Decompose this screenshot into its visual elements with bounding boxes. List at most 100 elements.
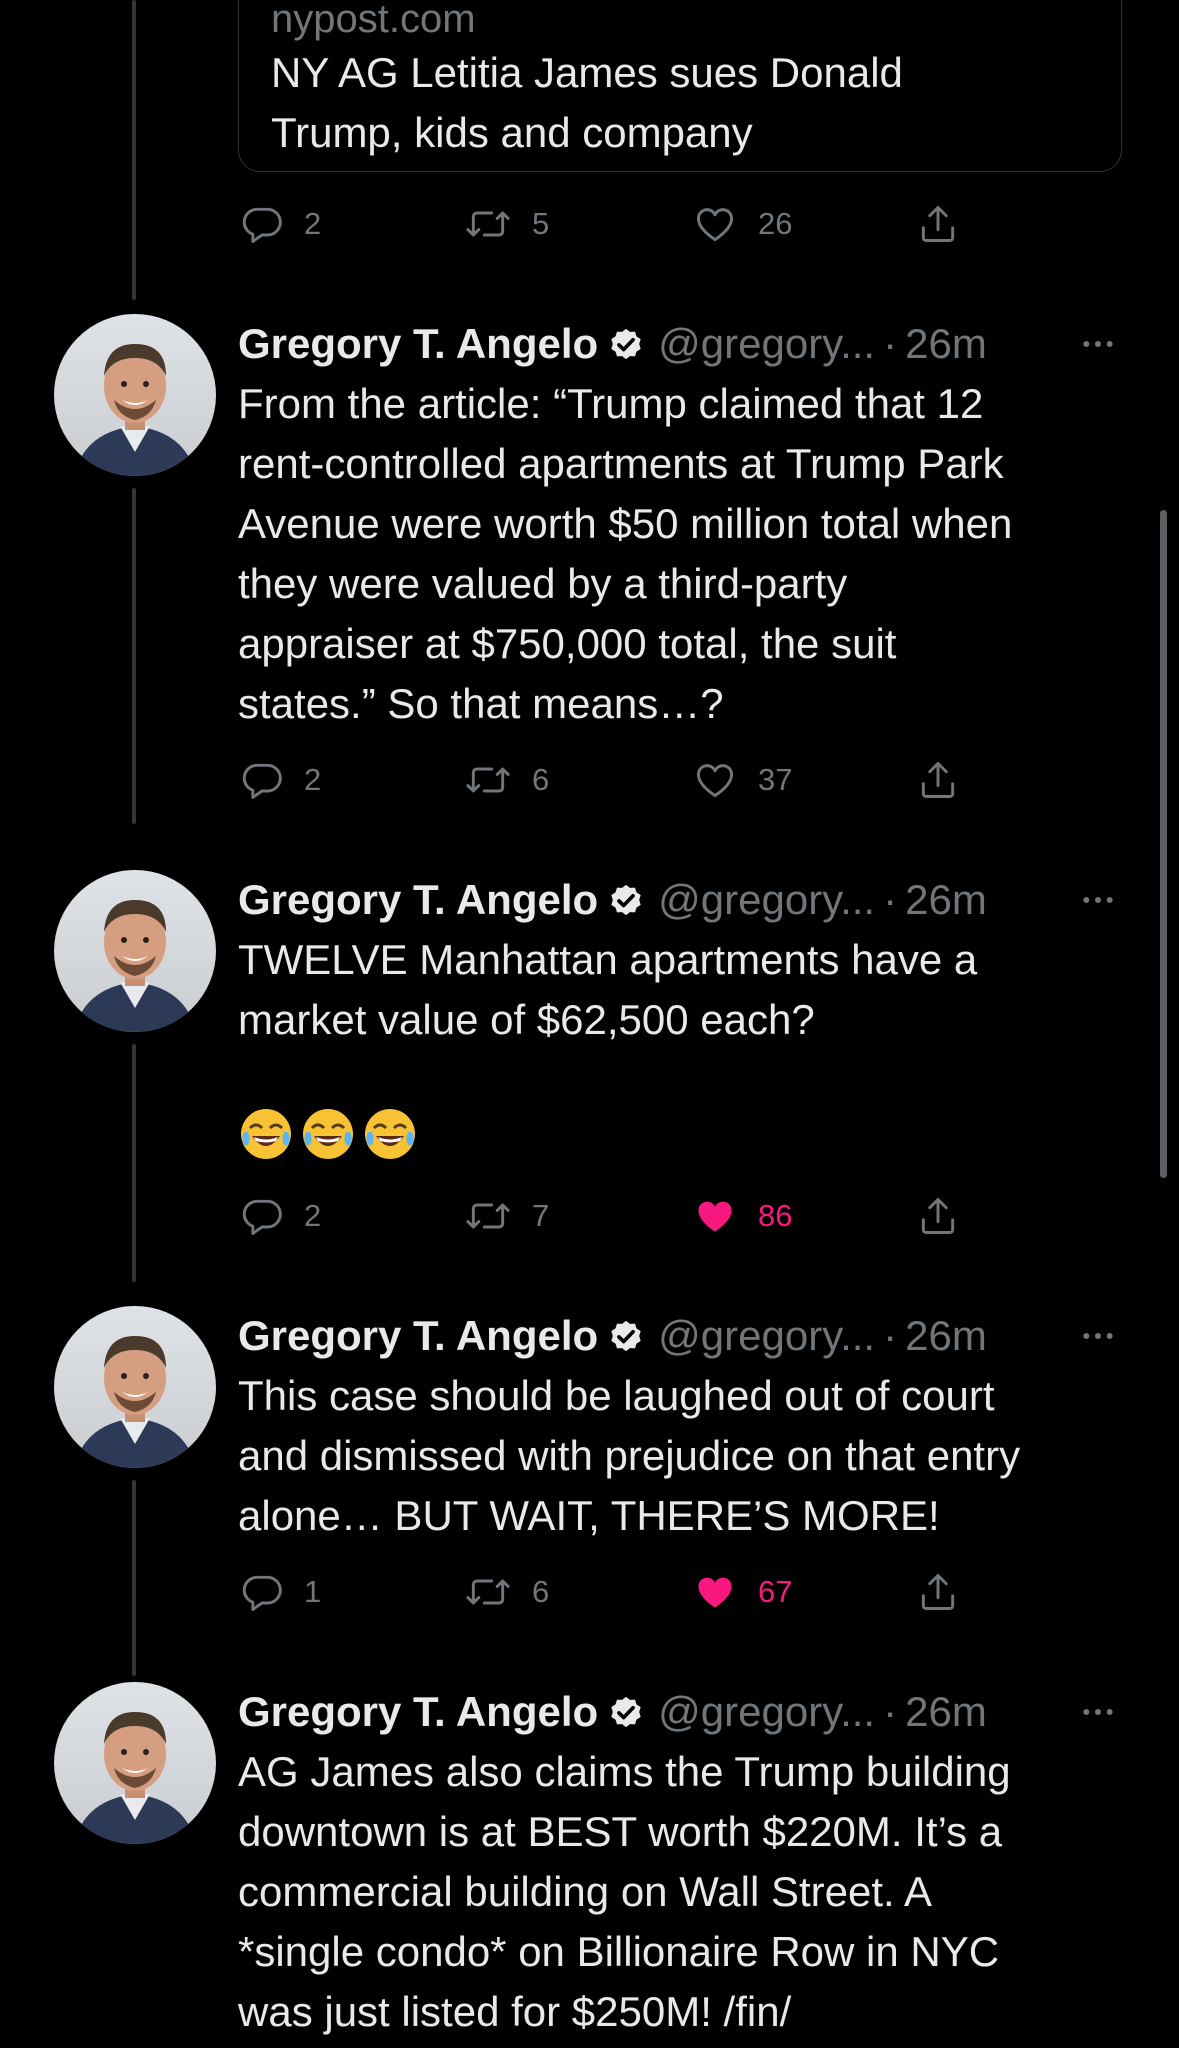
share-icon [916,758,960,802]
tweet-text-line: was just listed for $250M! /fin/ [238,1988,792,2035]
reply-button[interactable]: 2 [240,1186,321,1246]
tweet-header: Gregory T. Angelo @gregory... · 26m [238,870,1118,930]
action-bar: 2 5 26 [240,194,980,254]
tweet-text-line: TWELVE Manhattan apartments have a [238,936,978,983]
retweet-button[interactable]: 5 [464,194,549,254]
reply-count: 2 [304,762,322,797]
separator: · [883,320,898,367]
link-card-title-line: Trump, kids and company [271,109,753,156]
timestamp[interactable]: 26m [905,1688,987,1736]
tweet-text-line: rent-controlled apartments at Trump Park [238,440,1004,487]
share-button[interactable] [916,1186,960,1246]
separator: · [883,1688,898,1735]
more-options-icon[interactable] [1078,324,1118,369]
more-options-icon[interactable] [1078,1692,1118,1737]
retweet-icon [464,1194,512,1238]
tweet-text-line: *single condo* on Billionaire Row in NYC [238,1928,1000,1975]
tweet-text: From the article: “Trump claimed that 12… [238,374,1128,734]
retweet-count: 7 [532,1198,550,1233]
action-bar: 2 6 37 [240,750,980,810]
author-handle[interactable]: @gregory... [658,320,875,368]
tweet-text-line: states.” So that means…? [238,680,724,727]
action-bar: 2 7 86 [240,1186,980,1246]
share-button[interactable] [916,1562,960,1622]
author-name[interactable]: Gregory T. Angelo [238,1688,598,1736]
link-card-domain: nypost.com [271,0,476,41]
timestamp[interactable]: 26m [905,1312,987,1360]
tweet-text: This case should be laughed out of court… [238,1366,1128,1546]
timestamp[interactable]: 26m [905,876,987,924]
thread-line [132,1044,136,1282]
author-handle[interactable]: @gregory... [658,876,875,924]
link-preview-card[interactable]: nypost.com NY AG Letitia James sues Dona… [238,0,1122,172]
share-icon [916,1194,960,1238]
emoji-row [238,1106,424,1167]
link-card-title-line: NY AG Letitia James sues Donald [271,49,903,96]
tweet-text-line: AG James also claims the Trump building [238,1748,1011,1795]
avatar[interactable] [54,314,216,476]
tweet-text-line: they were valued by a third-party [238,560,848,607]
separator: · [883,876,898,923]
verified-badge-icon [606,1692,646,1732]
action-bar: 1 6 67 [240,1562,980,1622]
reply-icon [240,1570,284,1614]
reply-button[interactable]: 1 [240,1562,321,1622]
reply-icon [240,202,284,246]
heart-icon [692,202,738,246]
reply-count: 2 [304,1198,322,1233]
tweet-text: TWELVE Manhattan apartments have a marke… [238,930,1128,1050]
reply-count: 2 [304,206,322,241]
thread-line [132,1480,136,1676]
reply-icon [240,1194,284,1238]
verified-badge-icon [606,324,646,364]
retweet-icon [464,758,512,802]
verified-badge-icon [606,1316,646,1356]
like-button[interactable]: 86 [692,1186,792,1246]
avatar[interactable] [54,1306,216,1468]
tweet-text-line: From the article: “Trump claimed that 12 [238,380,984,427]
like-button[interactable]: 26 [692,194,792,254]
like-button[interactable]: 37 [692,750,792,810]
retweet-button[interactable]: 6 [464,1562,549,1622]
retweet-icon [464,1570,512,1614]
like-button[interactable]: 67 [692,1562,792,1622]
reply-icon [240,758,284,802]
tweet-text-line: and dismissed with prejudice on that ent… [238,1432,1021,1479]
scrollbar[interactable] [1160,510,1167,1178]
tweet-header: Gregory T. Angelo @gregory... · 26m [238,1682,1118,1742]
tweet-text: AG James also claims the Trump building … [238,1742,1128,2042]
author-name[interactable]: Gregory T. Angelo [238,876,598,924]
more-options-icon[interactable] [1078,1316,1118,1361]
share-button[interactable] [916,750,960,810]
tweet-text-line: alone… BUT WAIT, THERE’S MORE! [238,1492,940,1539]
share-icon [916,1570,960,1614]
share-button[interactable] [916,194,960,254]
heart-icon [692,758,738,802]
tweet-text-line: market value of $62,500 each? [238,996,815,1043]
reply-button[interactable]: 2 [240,750,321,810]
retweet-count: 6 [532,762,550,797]
like-count: 37 [758,762,793,797]
tears-of-joy-emoji [238,1106,424,1167]
author-name[interactable]: Gregory T. Angelo [238,320,598,368]
tweet-text-line: appraiser at $750,000 total, the suit [238,620,897,667]
reply-count: 1 [304,1574,322,1609]
retweet-button[interactable]: 6 [464,750,549,810]
verified-badge-icon [606,880,646,920]
heart-filled-icon [692,1194,738,1238]
author-handle[interactable]: @gregory... [658,1312,875,1360]
heart-filled-icon [692,1570,738,1614]
retweet-button[interactable]: 7 [464,1186,549,1246]
timestamp[interactable]: 26m [905,320,987,368]
author-handle[interactable]: @gregory... [658,1688,875,1736]
avatar[interactable] [54,1682,216,1844]
tweet-header: Gregory T. Angelo @gregory... · 26m [238,314,1118,374]
avatar[interactable] [54,870,216,1032]
reply-button[interactable]: 2 [240,194,321,254]
author-name[interactable]: Gregory T. Angelo [238,1312,598,1360]
like-count: 26 [758,206,793,241]
tweet-header: Gregory T. Angelo @gregory... · 26m [238,1306,1118,1366]
separator: · [883,1312,898,1359]
tweet-text-line: This case should be laughed out of court [238,1372,995,1419]
more-options-icon[interactable] [1078,880,1118,925]
